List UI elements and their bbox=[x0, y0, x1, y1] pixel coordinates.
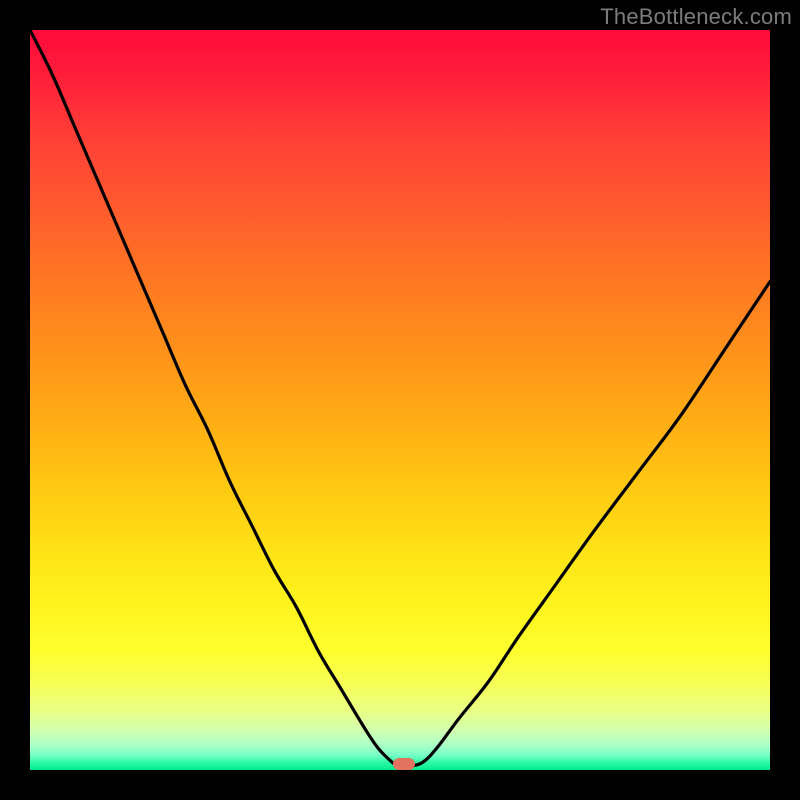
bottleneck-curve bbox=[30, 30, 770, 770]
watermark-text: TheBottleneck.com bbox=[600, 4, 792, 30]
plot-area bbox=[30, 30, 770, 770]
chart-frame: TheBottleneck.com bbox=[0, 0, 800, 800]
optimal-marker bbox=[393, 758, 415, 770]
